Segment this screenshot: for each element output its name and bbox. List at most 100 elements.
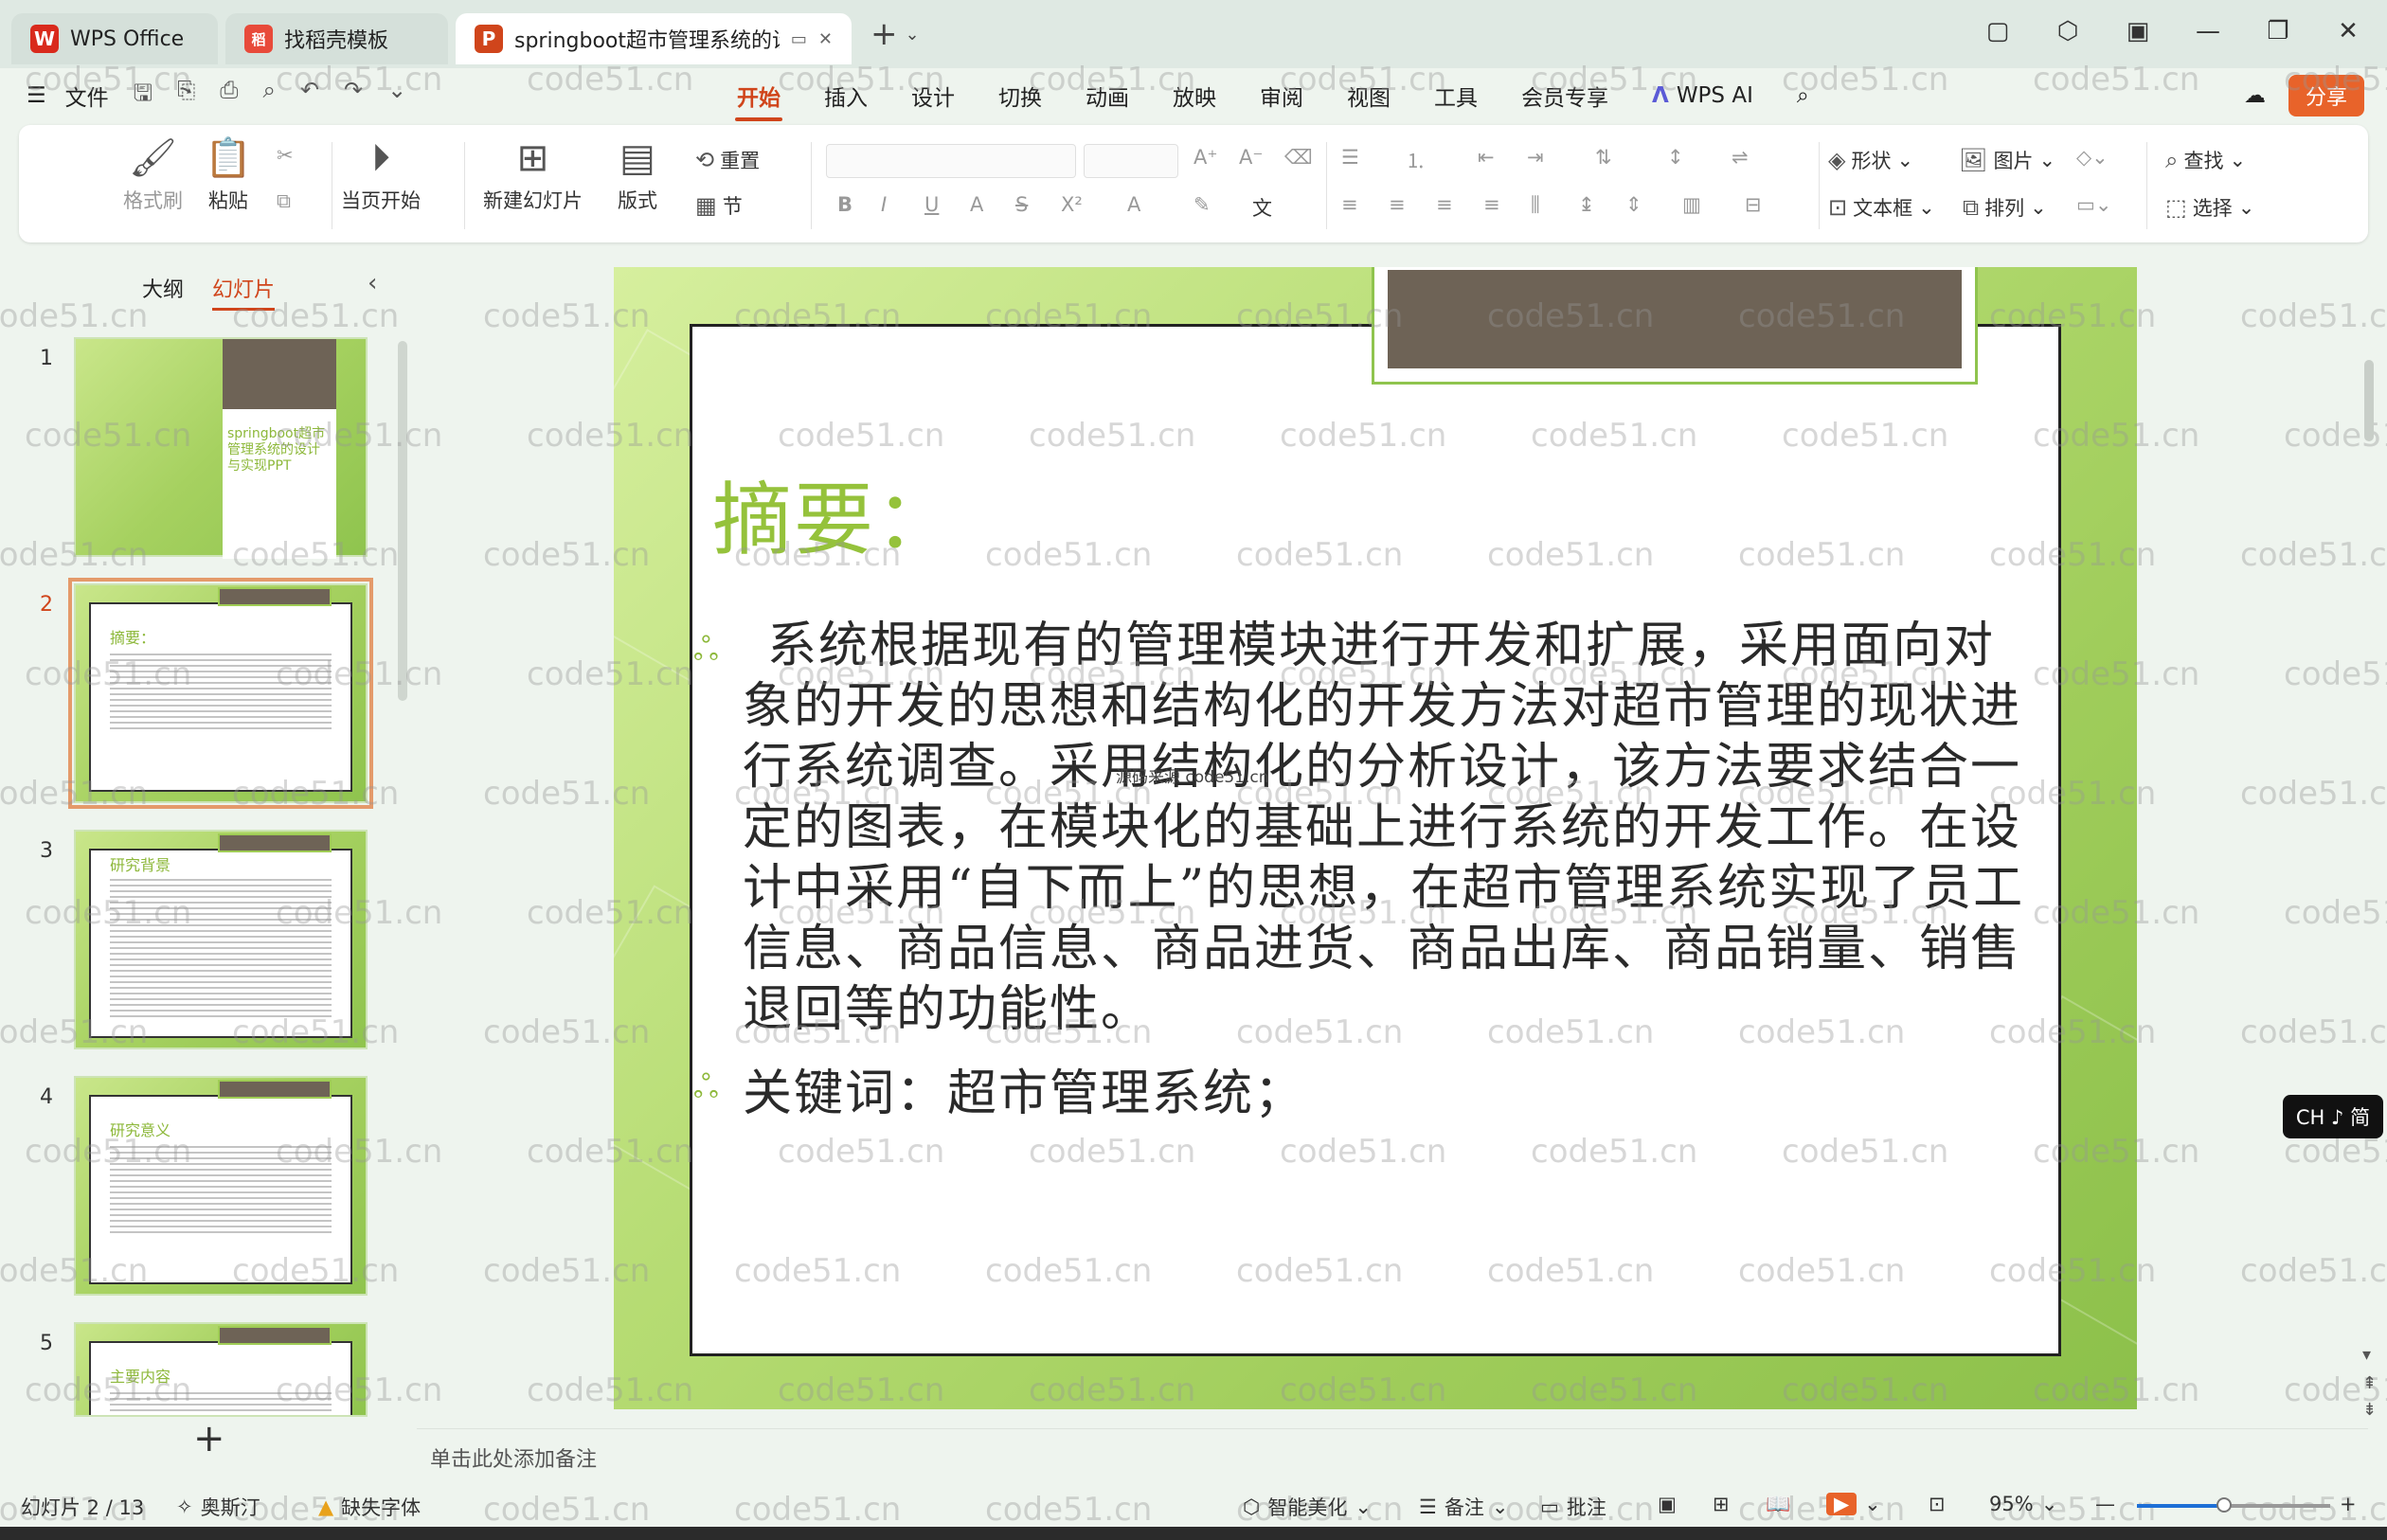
tab-slideshow[interactable]: 放映 — [1171, 76, 1218, 116]
tab-slides[interactable]: 幻灯片 — [212, 273, 276, 311]
slide-thumbnail[interactable]: 研究意义 — [74, 1076, 368, 1296]
tab-animation[interactable]: 动画 — [1084, 76, 1131, 116]
shape-button[interactable]: ◈ 形状 ⌄ — [1828, 146, 1913, 174]
textbox-button[interactable]: ⊡ 文本框 ⌄ — [1828, 193, 1935, 222]
outdent-icon[interactable]: ⇤ — [1478, 146, 1495, 169]
tab-template[interactable]: 稻 找稻壳模板 — [225, 13, 448, 64]
outline-icon[interactable]: ▭⌄ — [2076, 193, 2111, 216]
superscript-icon[interactable]: X² — [1061, 193, 1083, 216]
justify-icon[interactable]: ≡ — [1483, 193, 1500, 216]
avatar[interactable]: ▣ — [2122, 17, 2154, 45]
eraser-icon[interactable]: ⌫ — [1284, 146, 1313, 169]
slide-scrollbar[interactable] — [2364, 360, 2374, 441]
scroll-down-icon[interactable]: ▾ — [2362, 1345, 2371, 1365]
prev-slide-icon[interactable]: ⇞ — [2362, 1373, 2377, 1393]
tab-view[interactable]: 视图 — [1345, 76, 1392, 116]
grid-view-icon[interactable]: ⊞ — [1713, 1493, 1730, 1515]
underline-icon[interactable]: U — [924, 193, 939, 216]
screen-icon[interactable]: ▭ — [791, 29, 807, 49]
missing-font-button[interactable]: ▲ 缺失字体 — [318, 1493, 421, 1521]
print-icon[interactable]: ⎙ — [220, 77, 238, 116]
close-icon[interactable]: ✕ — [2332, 17, 2364, 45]
next-slide-icon[interactable]: ⇟ — [2362, 1400, 2377, 1420]
find-button[interactable]: ⌕ 查找 ⌄ — [2165, 146, 2246, 174]
export-icon[interactable]: ⎘ — [177, 77, 195, 116]
convert-icon[interactable]: ⇌ — [1732, 146, 1749, 169]
tab-member[interactable]: 会员专享 — [1519, 76, 1610, 116]
minimize-icon[interactable]: — — [2192, 17, 2224, 45]
share-button[interactable]: 分享 — [2288, 75, 2364, 116]
file-menu[interactable]: 文件 — [65, 80, 109, 112]
slide-canvas[interactable]: 摘要： ஃ 系统根据现有的管理模块进行开发和扩展，采用面向对象的开发的思想和结构… — [614, 267, 2137, 1409]
columns-icon[interactable]: ▥ — [1682, 193, 1701, 216]
distribute-icon[interactable]: ⫼ — [1531, 193, 1540, 217]
fit-window-icon[interactable]: ⊡ — [1929, 1493, 1946, 1515]
undo-icon[interactable]: ↶ — [300, 77, 319, 116]
save-icon[interactable]: 🖫 — [134, 77, 153, 116]
highlight-icon[interactable]: ✎ — [1194, 193, 1211, 216]
zoom-slider-handle[interactable] — [2216, 1497, 2232, 1513]
chevron-down-icon[interactable]: ⌄ — [906, 25, 920, 45]
maximize-icon[interactable]: ❐ — [2262, 17, 2294, 45]
close-tab-icon[interactable]: ✕ — [818, 29, 833, 49]
slide-thumbnail-selected[interactable]: 摘要： — [68, 578, 373, 809]
zoom-in-icon[interactable]: + — [2340, 1493, 2357, 1515]
strikethrough-icon[interactable]: S — [1015, 193, 1028, 216]
font-color-icon[interactable]: A — [1127, 193, 1140, 216]
cube-icon[interactable]: ⬡ — [2052, 17, 2084, 45]
smart-beautify-button[interactable]: ⬡ 智能美化 ⌄ — [1243, 1493, 1372, 1521]
zoom-out-icon[interactable]: — — [2095, 1493, 2115, 1515]
reset-button[interactable]: ⟲ 重置 — [695, 146, 760, 174]
slide-keywords[interactable]: 关键词：超市管理系统； — [743, 1053, 1305, 1124]
cut-icon[interactable]: ✂ — [277, 144, 294, 167]
cloud-icon[interactable]: ☁ — [2244, 83, 2266, 108]
slideshow-play-button[interactable]: ▶ ⌄ — [1826, 1493, 1881, 1515]
notes-button[interactable]: ☰ 备注 ⌄ — [1419, 1493, 1508, 1521]
thumbnail-scrollbar[interactable] — [398, 341, 407, 701]
chevron-down-icon[interactable]: ⌄ — [387, 77, 406, 116]
slide-title[interactable]: 摘要： — [712, 457, 957, 571]
tab-wps-ai[interactable]: Λ WPS AI — [1650, 80, 1755, 112]
tab-outline[interactable]: 大纲 — [142, 273, 184, 303]
start-current-button[interactable]: ⏵ 当页开始 — [341, 136, 421, 214]
italic-icon[interactable]: I — [881, 193, 887, 216]
layout-button[interactable]: ▤ 版式 — [618, 136, 657, 214]
reading-view-icon[interactable]: 📖 — [1766, 1493, 1790, 1516]
collapse-pane-icon[interactable]: ‹ — [368, 269, 377, 297]
increase-font-icon[interactable]: A⁺ — [1194, 146, 1217, 169]
align-center-icon[interactable]: ≡ — [1389, 193, 1406, 216]
bold-icon[interactable]: B — [837, 193, 852, 216]
arrange-button[interactable]: ⧉ 排列 ⌄ — [1963, 193, 2047, 222]
tab-design[interactable]: 设计 — [909, 76, 957, 116]
slide-body-text[interactable]: 系统根据现有的管理模块进行开发和扩展，采用面向对象的开发的思想和结构化的开发方法… — [743, 616, 2040, 1040]
tab-wps-office[interactable]: W WPS Office — [11, 13, 218, 64]
tab-tools[interactable]: 工具 — [1432, 76, 1480, 116]
new-slide-button[interactable]: ⊞ 新建幻灯片 — [483, 136, 583, 214]
tab-home[interactable]: 开始 — [735, 76, 782, 121]
text-align-icon[interactable]: ⊟ — [1745, 193, 1762, 216]
bullet-list-icon[interactable]: ☰ — [1341, 146, 1359, 169]
tablet-icon[interactable]: ▢ — [1982, 17, 2014, 45]
search-icon[interactable]: ⌕ — [1795, 80, 1811, 112]
copy-icon[interactable]: ⧉ — [277, 189, 291, 213]
slide-thumbnail[interactable]: 主要内容 — [74, 1322, 368, 1417]
normal-view-icon[interactable]: ▣ — [1658, 1493, 1677, 1515]
add-slide-button[interactable]: + — [193, 1417, 225, 1460]
theme-button[interactable]: ✧ 奥斯汀 — [176, 1493, 260, 1521]
text-direction-icon[interactable]: ⇅ — [1595, 146, 1612, 169]
font-family-select[interactable] — [826, 144, 1076, 178]
picture-button[interactable]: 🖼 图片 ⌄ — [1959, 146, 2055, 174]
notes-pane[interactable]: 单击此处添加备注 — [417, 1428, 2368, 1476]
line-spacing-icon[interactable]: ↨ — [1578, 193, 1595, 216]
slide-thumbnail[interactable]: 研究背景 — [74, 830, 368, 1049]
section-button[interactable]: ▦ 节 — [695, 191, 743, 220]
tab-review[interactable]: 审阅 — [1258, 76, 1305, 116]
zoom-level[interactable]: 95% ⌄ — [1989, 1493, 2057, 1515]
redo-icon[interactable]: ↷ — [344, 77, 363, 116]
comments-button[interactable]: ▭ 批注 — [1540, 1493, 1606, 1521]
font-size-select[interactable] — [1084, 144, 1178, 178]
paragraph-spacing-icon[interactable]: ⇕ — [1625, 193, 1642, 216]
ime-indicator[interactable]: CH ♪ 简 — [2283, 1095, 2383, 1138]
sort-icon[interactable]: ↕ — [1667, 146, 1684, 169]
numbered-list-icon[interactable]: ⒈ — [1406, 146, 1426, 174]
